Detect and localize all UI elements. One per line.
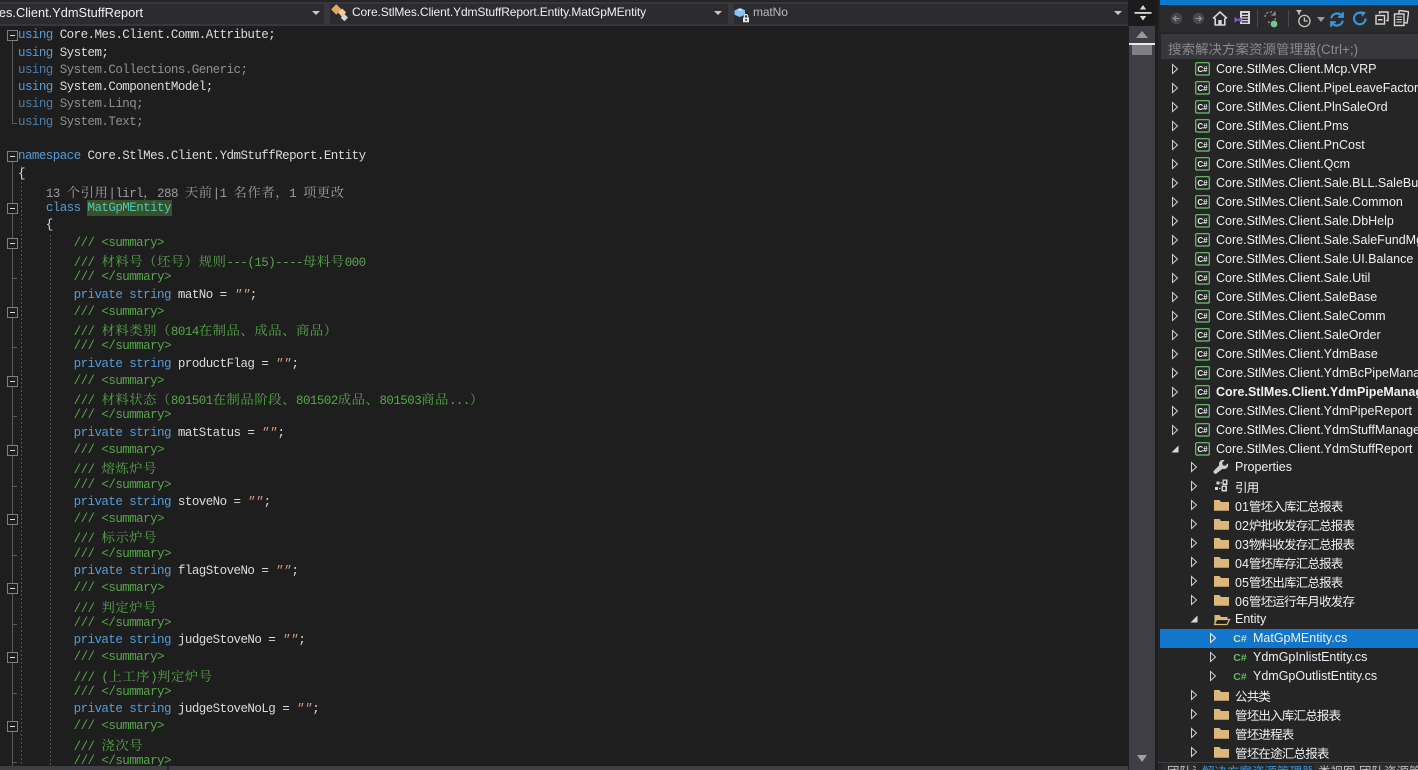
svg-text:C#: C# [1233,671,1247,683]
svg-text:C#: C# [1197,179,1208,188]
svg-text:C#: C# [1233,652,1247,664]
svg-text:C#: C# [1197,255,1208,264]
svg-text:C#: C# [1197,141,1208,150]
svg-text:C#: C# [1197,103,1208,112]
svg-text:C#: C# [1197,293,1208,302]
svg-text:C#: C# [1197,84,1208,93]
svg-text:C#: C# [1197,65,1208,74]
svg-text:C#: C# [1197,274,1208,283]
svg-text:C#: C# [1197,445,1208,454]
svg-text:C#: C# [1197,217,1208,226]
svg-text:C#: C# [1197,388,1208,397]
svg-text:C#: C# [1197,160,1208,169]
svg-text:C#: C# [1197,369,1208,378]
svg-text:C#: C# [1197,236,1208,245]
svg-text:C#: C# [1233,633,1247,645]
svg-text:C#: C# [1197,122,1208,131]
svg-text:C#: C# [1197,331,1208,340]
svg-text:C#: C# [1197,312,1208,321]
svg-text:C#: C# [1197,407,1208,416]
svg-text:C#: C# [1197,426,1208,435]
svg-text:C#: C# [1197,350,1208,359]
svg-text:C#: C# [1197,198,1208,207]
